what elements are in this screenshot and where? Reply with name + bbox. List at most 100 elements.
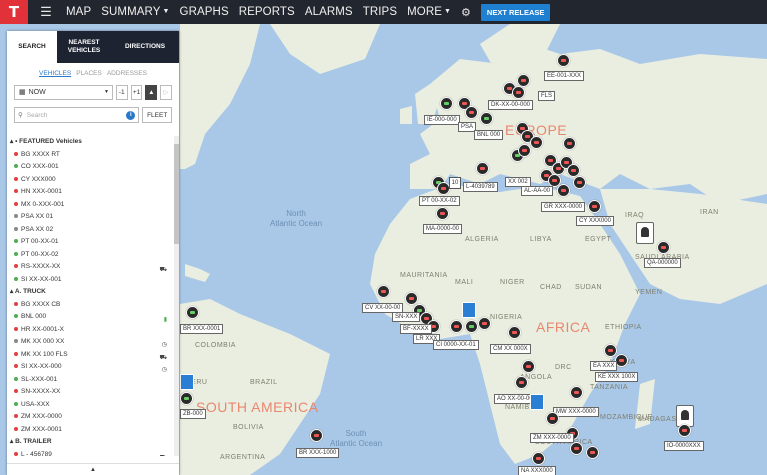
vehicle-label[interactable]: CM XX 000X bbox=[490, 344, 531, 354]
vehicle-row[interactable]: MK XX 000 XX ◷ bbox=[7, 336, 171, 349]
step-forward-button[interactable]: +1 bbox=[130, 84, 143, 100]
vehicle-label[interactable]: BF-XXXX bbox=[400, 324, 432, 334]
vehicle-row[interactable]: CY XXX000 bbox=[7, 174, 171, 187]
vehicle-label[interactable]: IE-000-000 bbox=[424, 115, 460, 125]
vehicle-label[interactable]: SN-XXX bbox=[392, 312, 421, 322]
nav-alarms[interactable]: ALARMS bbox=[305, 6, 353, 18]
nav-summary[interactable]: SUMMARY ▼ bbox=[101, 6, 169, 18]
vehicle-row[interactable]: HN XXX-0001 bbox=[7, 186, 171, 199]
vehicle-row[interactable]: L - 456789 ⛟ bbox=[7, 449, 171, 456]
live-icon[interactable]: ▲ bbox=[145, 84, 158, 100]
vehicle-marker[interactable] bbox=[450, 320, 463, 333]
vehicle-marker[interactable] bbox=[532, 452, 545, 465]
vehicle-label[interactable]: GR XXX-0000 bbox=[541, 202, 586, 212]
fleet-button[interactable]: FLEET bbox=[142, 107, 172, 123]
vehicle-row[interactable]: HR XX-0001-X bbox=[7, 324, 171, 337]
vehicle-label[interactable]: PT 00-XX-02 bbox=[419, 196, 460, 206]
next-release-button[interactable]: NEXT RELEASE bbox=[480, 3, 551, 21]
vehicle-label[interactable]: BR XXX-1000 bbox=[296, 448, 340, 458]
gear-icon[interactable]: ⚙ bbox=[461, 6, 471, 19]
app-logo[interactable]: T bbox=[0, 0, 28, 24]
nav-map[interactable]: MAP bbox=[66, 6, 91, 18]
vehicle-label[interactable]: NA XXX000 bbox=[518, 466, 556, 475]
vehicle-marker[interactable] bbox=[530, 136, 543, 149]
vehicle-marker[interactable] bbox=[557, 54, 570, 67]
vehicle-marker[interactable] bbox=[405, 292, 418, 305]
vehicle-marker[interactable] bbox=[557, 184, 570, 197]
step-back-button[interactable]: -1 bbox=[115, 84, 128, 100]
vehicle-row[interactable]: ZM XXX-0001 bbox=[7, 424, 171, 437]
vehicle-label[interactable]: CI 0000-XX-01 bbox=[433, 340, 479, 350]
vehicle-marker[interactable] bbox=[570, 442, 583, 455]
vehicle-marker[interactable] bbox=[563, 137, 576, 150]
vehicle-row[interactable]: SI XX-XX-000 ◷ bbox=[7, 361, 171, 374]
scrollbar-thumb[interactable] bbox=[174, 144, 179, 244]
vehicle-marker[interactable] bbox=[678, 424, 691, 437]
vehicle-label[interactable]: MW XXX-0000 bbox=[553, 407, 599, 417]
vehicle-row[interactable]: BNL 000 ▮ bbox=[7, 311, 171, 324]
vehicle-label[interactable]: ZM XXX-0000 bbox=[530, 433, 574, 443]
vehicle-label[interactable]: DK-XX-00-000 bbox=[488, 100, 534, 110]
vehicle-label[interactable]: BR XXX-0001 bbox=[180, 324, 224, 334]
vehicle-marker[interactable] bbox=[465, 106, 478, 119]
pin-icon[interactable] bbox=[636, 222, 654, 244]
vehicle-marker[interactable] bbox=[480, 112, 493, 125]
vehicle-marker[interactable] bbox=[478, 317, 491, 330]
vehicle-marker[interactable] bbox=[546, 412, 559, 425]
nav-reports[interactable]: REPORTS bbox=[239, 6, 295, 18]
vehicle-row[interactable]: BG XXXX RT bbox=[7, 149, 171, 162]
cluster-count[interactable]: 10 bbox=[449, 177, 461, 189]
group-header[interactable]: ▴ • FEATURED Vehicles bbox=[7, 136, 171, 149]
vehicle-marker[interactable] bbox=[508, 326, 521, 339]
info-icon[interactable]: i bbox=[126, 111, 136, 120]
vehicle-row[interactable]: SN-XXXX-XX bbox=[7, 386, 171, 399]
vehicle-marker[interactable] bbox=[515, 376, 528, 389]
nav-graphs[interactable]: GRAPHS bbox=[180, 6, 229, 18]
vehicle-row[interactable]: SI XX-XX-001 bbox=[7, 274, 171, 287]
group-header[interactable]: ▴ A. TRUCK bbox=[7, 286, 171, 299]
building-icon[interactable] bbox=[462, 302, 476, 318]
vehicle-marker[interactable] bbox=[377, 285, 390, 298]
subtab-addresses[interactable]: ADDRESSES bbox=[107, 70, 147, 77]
hamburger-icon[interactable]: ☰ bbox=[36, 4, 56, 20]
vehicle-marker[interactable] bbox=[180, 392, 193, 405]
vehicle-marker[interactable] bbox=[310, 429, 323, 442]
vehicle-marker[interactable] bbox=[522, 360, 535, 373]
vehicle-marker[interactable] bbox=[570, 386, 583, 399]
time-select[interactable]: ▦ NOW ▼ bbox=[14, 84, 113, 100]
vehicle-row[interactable]: MK XX 100 FLS ⛟ bbox=[7, 349, 171, 362]
vehicle-row[interactable]: PT 00-XX-02 bbox=[7, 249, 171, 262]
vehicle-marker[interactable] bbox=[604, 344, 617, 357]
vehicle-marker[interactable] bbox=[476, 162, 489, 175]
tab-directions[interactable]: DIRECTIONS bbox=[111, 31, 179, 63]
vehicle-label[interactable]: BNL 000 bbox=[474, 130, 504, 140]
vehicle-marker[interactable] bbox=[657, 241, 670, 254]
building-icon[interactable] bbox=[180, 374, 194, 390]
scrollbar[interactable] bbox=[174, 136, 179, 456]
vehicle-row[interactable]: PSA XX 01 bbox=[7, 211, 171, 224]
vehicle-row[interactable]: RS-XXXX-XX ⛟ bbox=[7, 261, 171, 274]
collapse-panel-button[interactable]: ▲ bbox=[7, 463, 179, 475]
vehicle-row[interactable]: ZM XXX-0000 bbox=[7, 411, 171, 424]
vehicle-label[interactable]: FLS bbox=[538, 91, 556, 101]
vehicle-marker[interactable] bbox=[186, 306, 199, 319]
vehicle-row[interactable]: USA-XXX bbox=[7, 399, 171, 412]
subtab-vehicles[interactable]: VEHICLES bbox=[39, 70, 71, 77]
vehicle-marker[interactable] bbox=[518, 144, 531, 157]
nav-more[interactable]: MORE ▼ bbox=[407, 6, 451, 18]
vehicle-marker[interactable] bbox=[586, 446, 599, 459]
vehicle-marker[interactable] bbox=[588, 200, 601, 213]
tab-nearest-vehicles[interactable]: NEAREST VEHICLES bbox=[57, 31, 111, 63]
vehicle-label[interactable]: L-4039789 bbox=[463, 182, 498, 192]
vehicle-label[interactable]: IO-0000XXX bbox=[664, 441, 704, 451]
vehicle-label[interactable]: MA-0000-00 bbox=[423, 224, 463, 234]
nav-trips[interactable]: TRIPS bbox=[363, 6, 397, 18]
vehicle-row[interactable]: BG XXXX CB bbox=[7, 299, 171, 312]
search-input[interactable]: ⚲ Search i bbox=[14, 107, 140, 123]
vehicle-row[interactable]: CO XXX-001 bbox=[7, 161, 171, 174]
vehicle-marker[interactable] bbox=[512, 86, 525, 99]
vehicle-marker[interactable] bbox=[436, 207, 449, 220]
vehicle-marker[interactable] bbox=[440, 97, 453, 110]
vehicle-row[interactable]: PT 00-XX-01 bbox=[7, 236, 171, 249]
vehicle-label[interactable]: QA-000000 bbox=[644, 258, 681, 268]
